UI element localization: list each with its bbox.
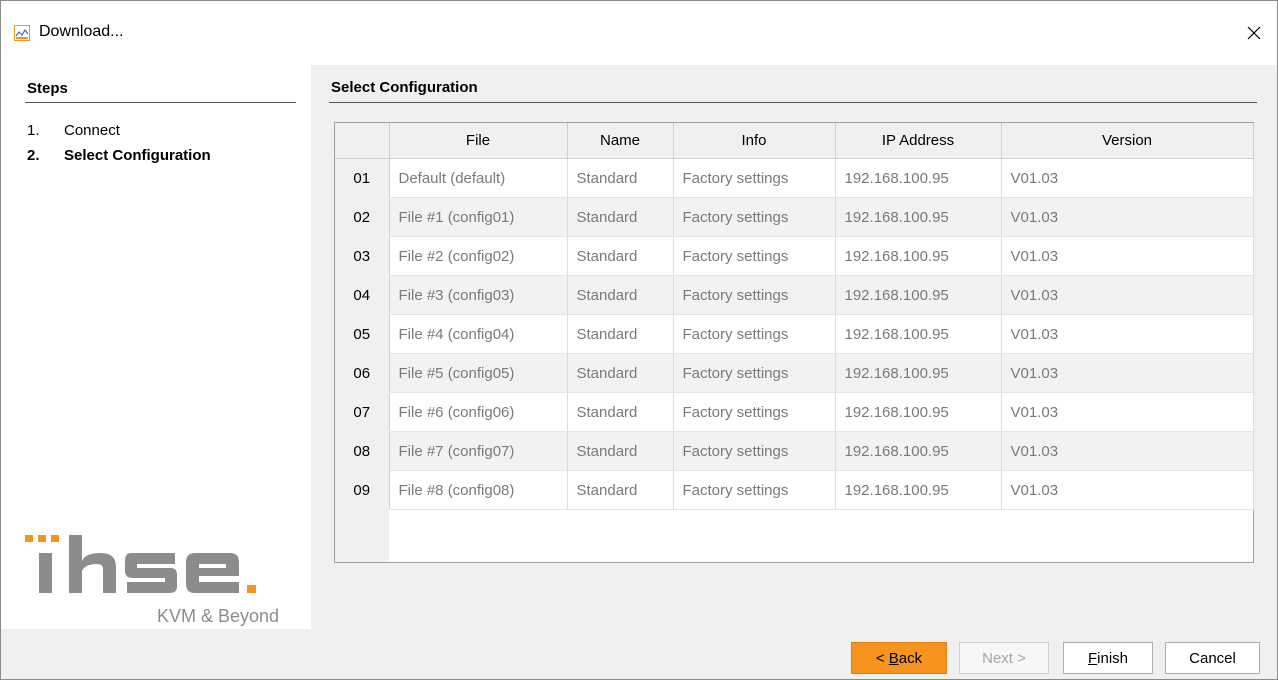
cancel-button[interactable]: Cancel — [1165, 642, 1260, 674]
finish-button[interactable]: Finish — [1063, 642, 1153, 674]
row-number: 06 — [335, 353, 390, 393]
cancel-button-label: Cancel — [1189, 649, 1236, 667]
main-divider — [329, 102, 1257, 103]
table-header-row: File Name Info IP Address Version — [335, 123, 1254, 159]
step-label: Connect — [64, 122, 120, 139]
table-row[interactable]: 05 File #4 (config04) Standard Factory s… — [335, 314, 1254, 354]
cell-file[interactable]: File #2 (config02) — [389, 236, 568, 276]
row-number: 01 — [335, 158, 390, 198]
table-row[interactable]: 07 File #6 (config06) Standard Factory s… — [335, 392, 1254, 432]
cell-ip-address[interactable]: 192.168.100.95 — [835, 197, 1002, 237]
app-icon — [14, 25, 30, 41]
table-row[interactable]: 08 File #7 (config07) Standard Factory s… — [335, 431, 1254, 471]
cell-name[interactable]: Standard — [567, 431, 674, 471]
next-button[interactable]: Next > — [959, 642, 1049, 674]
row-number: 07 — [335, 392, 390, 432]
row-number: 09 — [335, 470, 390, 510]
cell-file[interactable]: File #1 (config01) — [389, 197, 568, 237]
cell-file[interactable]: File #8 (config08) — [389, 470, 568, 510]
cell-info[interactable]: Factory settings — [673, 353, 836, 393]
table-row[interactable]: 06 File #5 (config05) Standard Factory s… — [335, 353, 1254, 393]
cell-name[interactable]: Standard — [567, 392, 674, 432]
cell-name[interactable]: Standard — [567, 470, 674, 510]
corner-cell — [335, 123, 390, 159]
row-number: 08 — [335, 431, 390, 471]
window-title: Download... — [39, 23, 124, 40]
next-button-label: Next > — [982, 649, 1026, 667]
row-number: 03 — [335, 236, 390, 276]
cell-version[interactable]: V01.03 — [1001, 470, 1254, 510]
cell-version[interactable]: V01.03 — [1001, 275, 1254, 315]
column-header-version[interactable]: Version — [1001, 123, 1254, 159]
table-row[interactable]: 02 File #1 (config01) Standard Factory s… — [335, 197, 1254, 237]
table-row[interactable]: 03 File #2 (config02) Standard Factory s… — [335, 236, 1254, 276]
download-dialog: Download... Steps 1. Connect 2. Select Con… — [0, 0, 1278, 680]
column-header-name[interactable]: Name — [567, 123, 674, 159]
cell-name[interactable]: Standard — [567, 314, 674, 354]
cell-version[interactable]: V01.03 — [1001, 392, 1254, 432]
cell-info[interactable]: Factory settings — [673, 314, 836, 354]
row-number: 02 — [335, 197, 390, 237]
cell-file[interactable]: File #6 (config06) — [389, 392, 568, 432]
table-row[interactable]: 01 Default (default) Standard Factory se… — [335, 158, 1254, 198]
column-header-ip-address[interactable]: IP Address — [835, 123, 1002, 159]
cell-version[interactable]: V01.03 — [1001, 158, 1254, 198]
logo-tagline: KVM & Beyond — [157, 606, 279, 626]
cell-info[interactable]: Factory settings — [673, 470, 836, 510]
cell-file[interactable]: File #4 (config04) — [389, 314, 568, 354]
step-connect: 1. Connect — [27, 122, 120, 139]
step-number: 1. — [27, 122, 40, 139]
cell-name[interactable]: Standard — [567, 158, 674, 198]
cell-version[interactable]: V01.03 — [1001, 236, 1254, 276]
config-grid: File Name Info IP Address Version 01 Def… — [335, 123, 1254, 510]
cell-ip-address[interactable]: 192.168.100.95 — [835, 431, 1002, 471]
cell-ip-address[interactable]: 192.168.100.95 — [835, 470, 1002, 510]
steps-panel: Steps 1. Connect 2. Select Configuration K… — [1, 65, 311, 629]
cell-file[interactable]: Default (default) — [389, 158, 568, 198]
cell-name[interactable]: Standard — [567, 275, 674, 315]
close-icon — [1247, 26, 1261, 40]
cell-info[interactable]: Factory settings — [673, 275, 836, 315]
cell-info[interactable]: Factory settings — [673, 236, 836, 276]
back-button-label: < Back — [875, 649, 923, 667]
finish-button-label: Finish — [1087, 649, 1129, 667]
row-number: 04 — [335, 275, 390, 315]
column-header-info[interactable]: Info — [673, 123, 836, 159]
cell-ip-address[interactable]: 192.168.100.95 — [835, 353, 1002, 393]
steps-divider — [25, 102, 296, 103]
table-row[interactable]: 09 File #8 (config08) Standard Factory s… — [335, 470, 1254, 510]
cell-info[interactable]: Factory settings — [673, 158, 836, 198]
column-header-file[interactable]: File — [389, 123, 568, 159]
step-select-configuration: 2. Select Configuration — [27, 147, 211, 164]
title-bar: Download... — [1, 1, 1277, 65]
cell-ip-address[interactable]: 192.168.100.95 — [835, 275, 1002, 315]
cell-info[interactable]: Factory settings — [673, 197, 836, 237]
cell-version[interactable]: V01.03 — [1001, 314, 1254, 354]
steps-header: Steps — [27, 80, 68, 97]
cell-ip-address[interactable]: 192.168.100.95 — [835, 392, 1002, 432]
main-header: Select Configuration — [331, 79, 478, 96]
cell-ip-address[interactable]: 192.168.100.95 — [835, 158, 1002, 198]
cell-version[interactable]: V01.03 — [1001, 353, 1254, 393]
step-label: Select Configuration — [64, 147, 211, 164]
cell-name[interactable]: Standard — [567, 197, 674, 237]
ihse-logo: KVM & Beyond — [25, 535, 279, 626]
cell-file[interactable]: File #7 (config07) — [389, 431, 568, 471]
step-number: 2. — [27, 147, 40, 164]
cell-version[interactable]: V01.03 — [1001, 431, 1254, 471]
cell-name[interactable]: Standard — [567, 236, 674, 276]
cell-file[interactable]: File #5 (config05) — [389, 353, 568, 393]
cell-info[interactable]: Factory settings — [673, 431, 836, 471]
cell-ip-address[interactable]: 192.168.100.95 — [835, 314, 1002, 354]
cell-info[interactable]: Factory settings — [673, 392, 836, 432]
cell-version[interactable]: V01.03 — [1001, 197, 1254, 237]
cell-ip-address[interactable]: 192.168.100.95 — [835, 236, 1002, 276]
cell-file[interactable]: File #3 (config03) — [389, 275, 568, 315]
configuration-table: File Name Info IP Address Version 01 Def… — [334, 122, 1254, 563]
back-button[interactable]: < Back — [851, 642, 947, 674]
cell-name[interactable]: Standard — [567, 353, 674, 393]
close-button[interactable] — [1231, 13, 1277, 53]
table-row[interactable]: 04 File #3 (config03) Standard Factory s… — [335, 275, 1254, 315]
row-number: 05 — [335, 314, 390, 354]
